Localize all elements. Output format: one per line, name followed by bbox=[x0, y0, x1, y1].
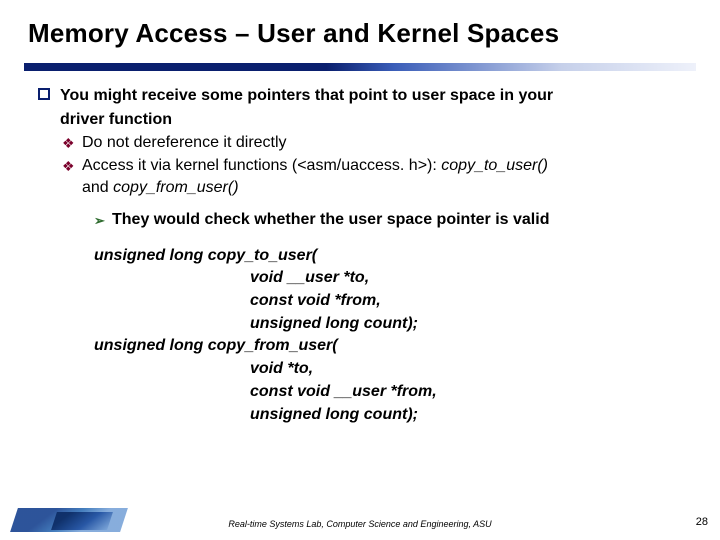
code-line: void __user *to, bbox=[94, 267, 686, 290]
code-text: void __user *to, bbox=[250, 269, 369, 286]
bullet-level1: You might receive some pointers that poi… bbox=[38, 85, 686, 107]
footer: Real-time Systems Lab, Computer Science … bbox=[0, 506, 720, 532]
bullet-level2: ❖ Access it via kernel functions (<asm/u… bbox=[38, 155, 686, 177]
footer-decoration-icon bbox=[51, 512, 113, 530]
code-text: const void __user *from, bbox=[250, 383, 437, 400]
bullet-level1-cont: driver function bbox=[38, 109, 686, 131]
code-text: void *to, bbox=[250, 360, 313, 377]
slide: Memory Access – User and Kernel Spaces Y… bbox=[0, 0, 720, 540]
bullet-text: Do not dereference it directly bbox=[82, 134, 287, 151]
page-number: 28 bbox=[696, 516, 708, 528]
code-line: unsigned long copy_to_user( bbox=[94, 245, 686, 268]
code-block: unsigned long copy_to_user( void __user … bbox=[38, 245, 686, 427]
code-line: const void *from, bbox=[94, 290, 686, 313]
code-inline: copy_to_user() bbox=[441, 157, 548, 174]
content-area: You might receive some pointers that poi… bbox=[0, 85, 720, 426]
code-line: unsigned long count); bbox=[94, 313, 686, 336]
footer-text: Real-time Systems Lab, Computer Science … bbox=[228, 519, 491, 529]
code-line: unsigned long copy_from_user( bbox=[94, 335, 686, 358]
bullet-text: They would check whether the user space … bbox=[112, 211, 549, 228]
triangle-bullet-icon: ➢ bbox=[94, 212, 105, 230]
square-bullet-icon bbox=[38, 88, 50, 100]
bullet-text: You might receive some pointers that poi… bbox=[60, 87, 553, 104]
code-line: void *to, bbox=[94, 358, 686, 381]
bullet-level3: ➢ They would check whether the user spac… bbox=[38, 209, 686, 231]
code-line: unsigned long count); bbox=[94, 404, 686, 427]
slide-title: Memory Access – User and Kernel Spaces bbox=[0, 0, 720, 57]
diamond-bullet-icon: ❖ bbox=[62, 157, 75, 176]
diamond-bullet-icon: ❖ bbox=[62, 134, 75, 153]
code-text: unsigned long count); bbox=[250, 315, 418, 332]
code-text: unsigned long count); bbox=[250, 406, 418, 423]
bullet-text: and bbox=[82, 179, 113, 196]
code-text: const void *from, bbox=[250, 292, 381, 309]
bullet-text: Access it via kernel functions (<asm/uac… bbox=[82, 157, 441, 174]
code-inline: copy_from_user() bbox=[113, 179, 238, 196]
bullet-level2: ❖ Do not dereference it directly bbox=[38, 132, 686, 154]
title-rule bbox=[24, 63, 696, 71]
bullet-text: driver function bbox=[60, 111, 172, 128]
bullet-level2-cont: and copy_from_user() bbox=[38, 177, 686, 199]
code-line: const void __user *from, bbox=[94, 381, 686, 404]
